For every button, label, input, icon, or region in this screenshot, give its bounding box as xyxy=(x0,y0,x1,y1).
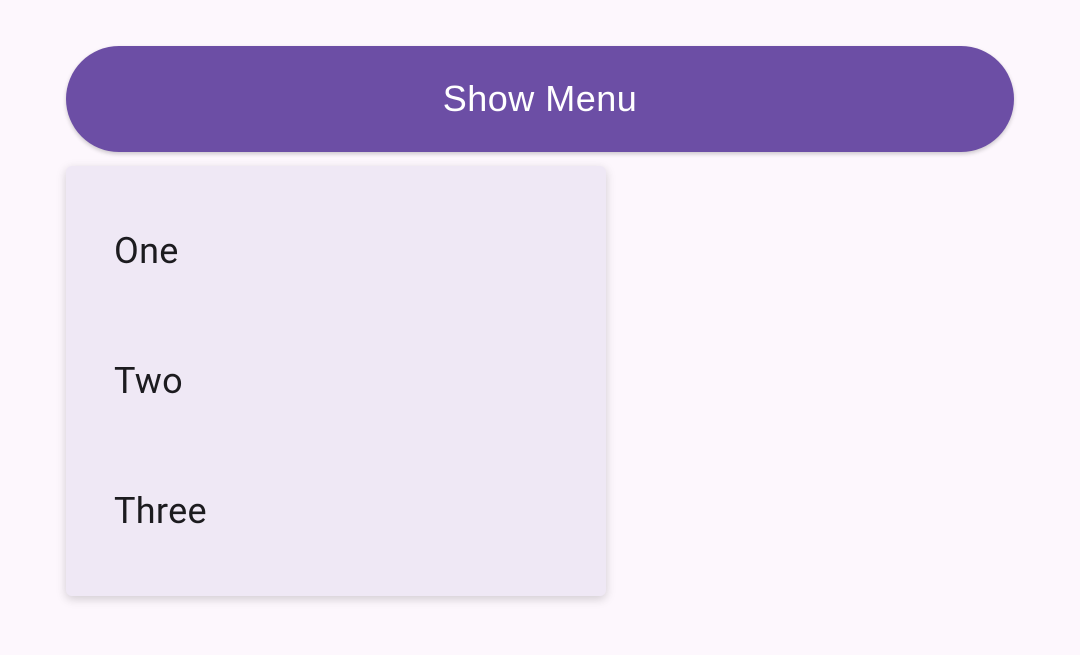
menu-item-two[interactable]: Two xyxy=(66,316,606,446)
menu-item-one[interactable]: One xyxy=(66,186,606,316)
menu-dropdown: One Two Three xyxy=(66,166,606,596)
show-menu-button[interactable]: Show Menu xyxy=(66,46,1014,152)
menu-item-three[interactable]: Three xyxy=(66,446,606,576)
